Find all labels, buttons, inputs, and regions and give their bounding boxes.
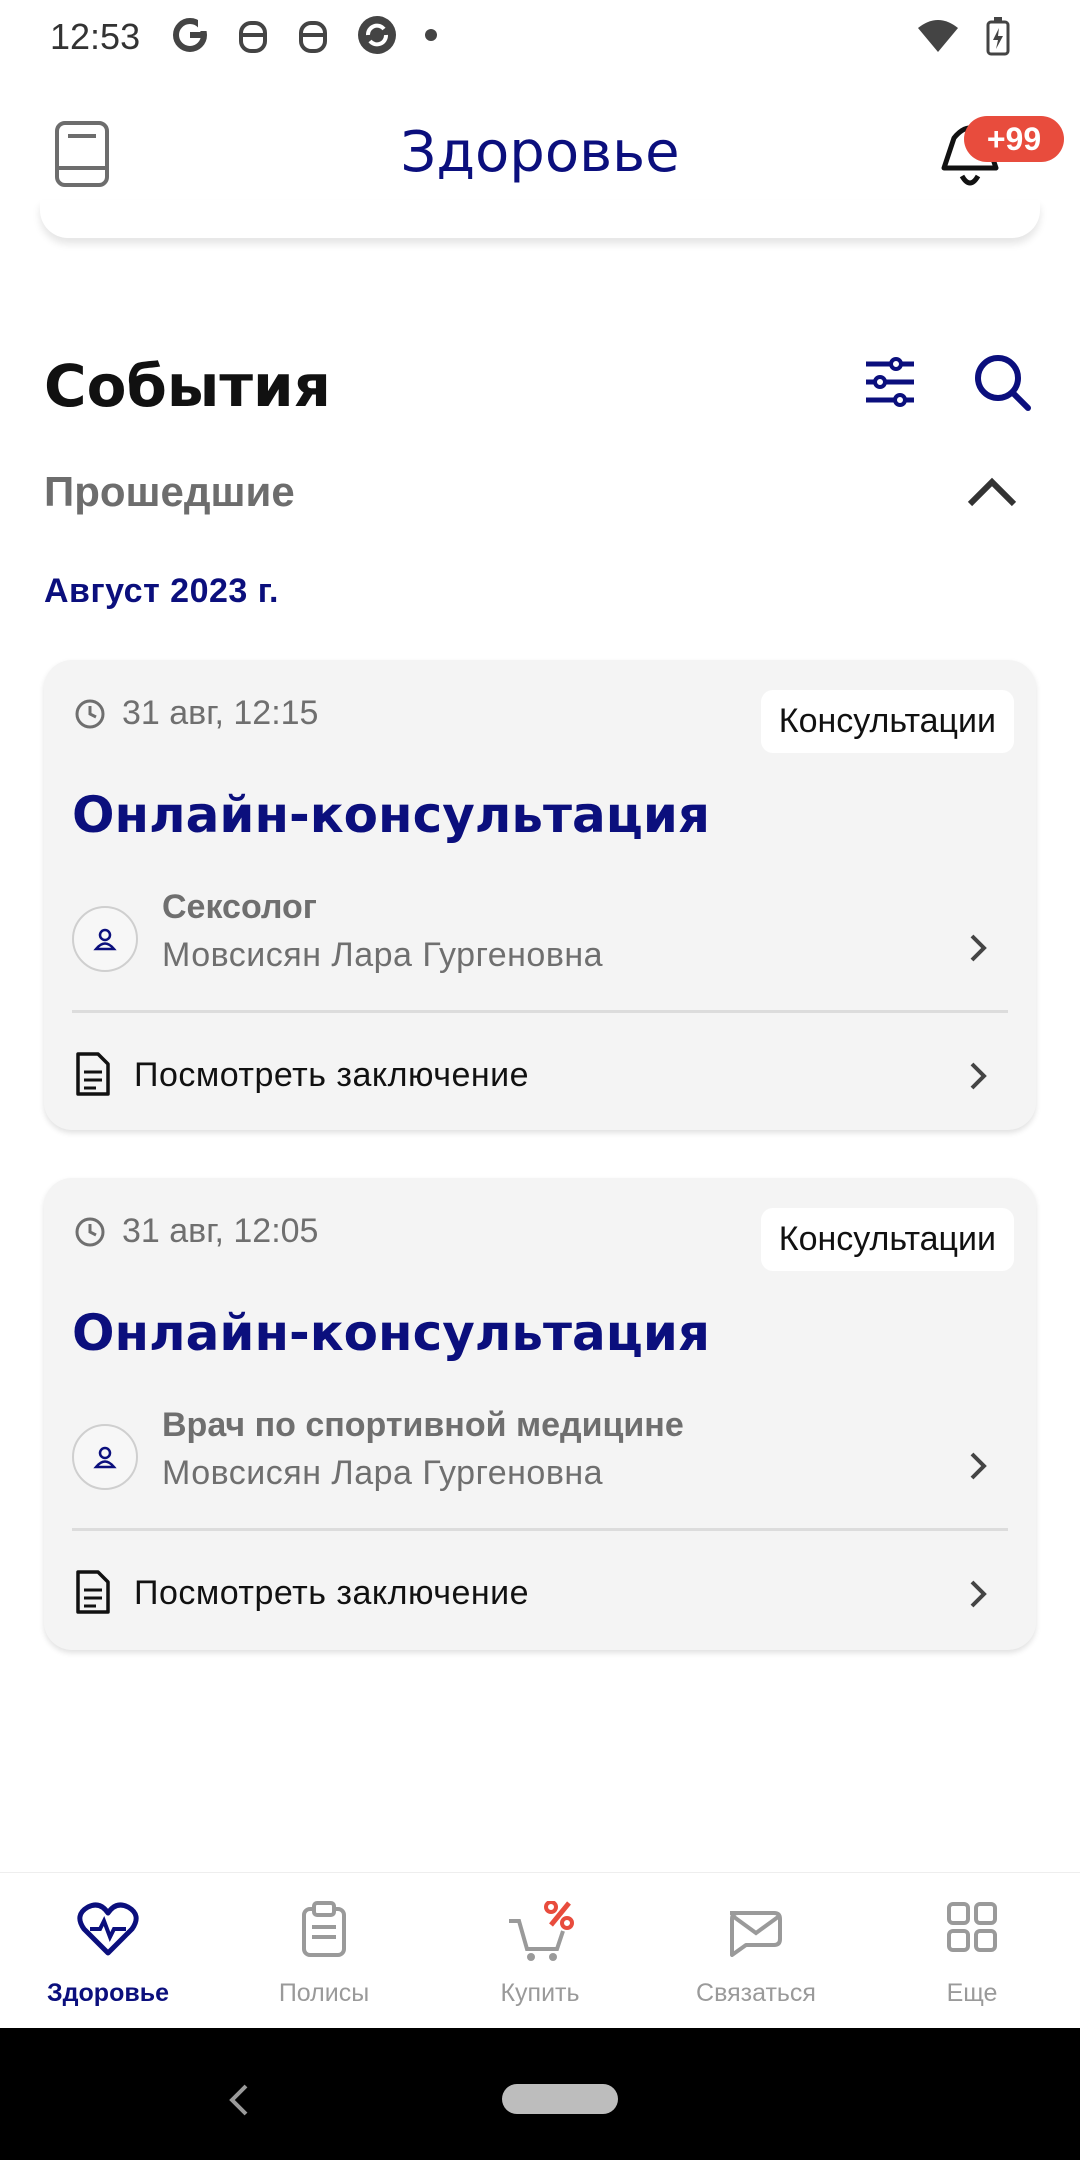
chevron-right-icon[interactable] [968,1578,988,1610]
event-card[interactable]: 31 авг, 12:05 Консультации Онлайн-консул… [44,1178,1036,1650]
battery-icon [986,17,1010,56]
nav-policies[interactable]: Полисы [216,1873,432,2029]
nav-label: Купить [500,1979,580,2007]
event-title: Онлайн-консультация [72,1304,710,1362]
chevron-right-icon[interactable] [968,932,988,964]
avatar [72,1424,138,1490]
cart-percent-icon [509,1901,574,1961]
bug-icon [299,21,327,53]
page-title: Здоровье [400,120,680,185]
clipboard-icon [302,1901,346,1957]
view-conclusion-label: Посмотреть заключение [134,1574,530,1612]
status-time: 12:53 [50,16,141,57]
event-time: 31 авг, 12:05 [74,1212,318,1251]
events-title: События [44,352,331,420]
search-icon[interactable] [972,352,1032,412]
nav-label: Полисы [278,1979,370,2007]
message-icon [730,1911,782,1957]
status-bar: 12:53 [0,0,1080,80]
bottom-nav: Здоровье Полисы Купить Связаться Еще [0,1872,1080,2029]
document-icon [76,1052,110,1096]
user-icon [93,928,117,951]
event-title: Онлайн-консультация [72,786,710,844]
doctor-row[interactable]: Врач по спортивной медицине Мовсисян Лар… [72,1406,1008,1506]
event-tag: Консультации [760,690,1014,753]
dot-icon [425,29,437,41]
doctor-specialty: Сексолог [162,888,317,926]
chevron-right-icon[interactable] [968,1450,988,1482]
filter-icon[interactable] [862,354,918,410]
document-icon [76,1570,110,1614]
heart-pulse-icon [77,1902,139,1956]
user-icon [93,1446,117,1469]
top-card-edge [40,200,1040,238]
nav-more[interactable]: Еще [864,1873,1080,2029]
event-tag: Консультации [760,1208,1014,1271]
event-card[interactable]: 31 авг, 12:15 Консультации Онлайн-консул… [44,660,1036,1130]
wifi-icon [918,20,958,52]
nav-buy[interactable]: Купить [432,1873,648,2029]
back-icon[interactable] [226,2082,250,2118]
nav-label: Еще [946,1979,998,2007]
view-conclusion-button[interactable]: Посмотреть заключение [72,1560,1008,1630]
doctor-row[interactable]: Сексолог Мовсисян Лара Гургеновна [72,888,1008,988]
view-conclusion-label: Посмотреть заключение [134,1056,530,1094]
nav-health[interactable]: Здоровье [0,1873,216,2029]
event-datetime: 31 авг, 12:05 [122,1212,319,1250]
notification-badge: +99 [964,116,1064,162]
clock-icon [75,1217,105,1246]
nav-contact[interactable]: Связаться [648,1873,864,2029]
home-pill[interactable] [502,2084,618,2114]
sync-icon [358,16,396,54]
divider [72,1010,1008,1013]
nav-label: Здоровье [47,1979,169,2007]
month-label: Август 2023 г. [44,572,279,610]
nav-label: Связаться [696,1979,816,2007]
past-events-label[interactable]: Прошедшие [44,468,295,516]
grid-icon [947,1902,997,1952]
view-conclusion-button[interactable]: Посмотреть заключение [72,1042,1008,1112]
doctor-name: Мовсисян Лара Гургеновна [162,1454,604,1492]
event-datetime: 31 авг, 12:15 [122,694,319,732]
doctor-name: Мовсисян Лара Гургеновна [162,936,604,974]
doctor-specialty: Врач по спортивной медицине [162,1406,684,1444]
avatar [72,906,138,972]
divider [72,1528,1008,1531]
bug-icon [239,21,267,53]
chevron-right-icon[interactable] [968,1060,988,1092]
event-time: 31 авг, 12:15 [74,694,318,733]
chevron-up-icon[interactable] [966,476,1018,508]
google-icon [173,18,208,52]
clock-icon [75,699,105,728]
